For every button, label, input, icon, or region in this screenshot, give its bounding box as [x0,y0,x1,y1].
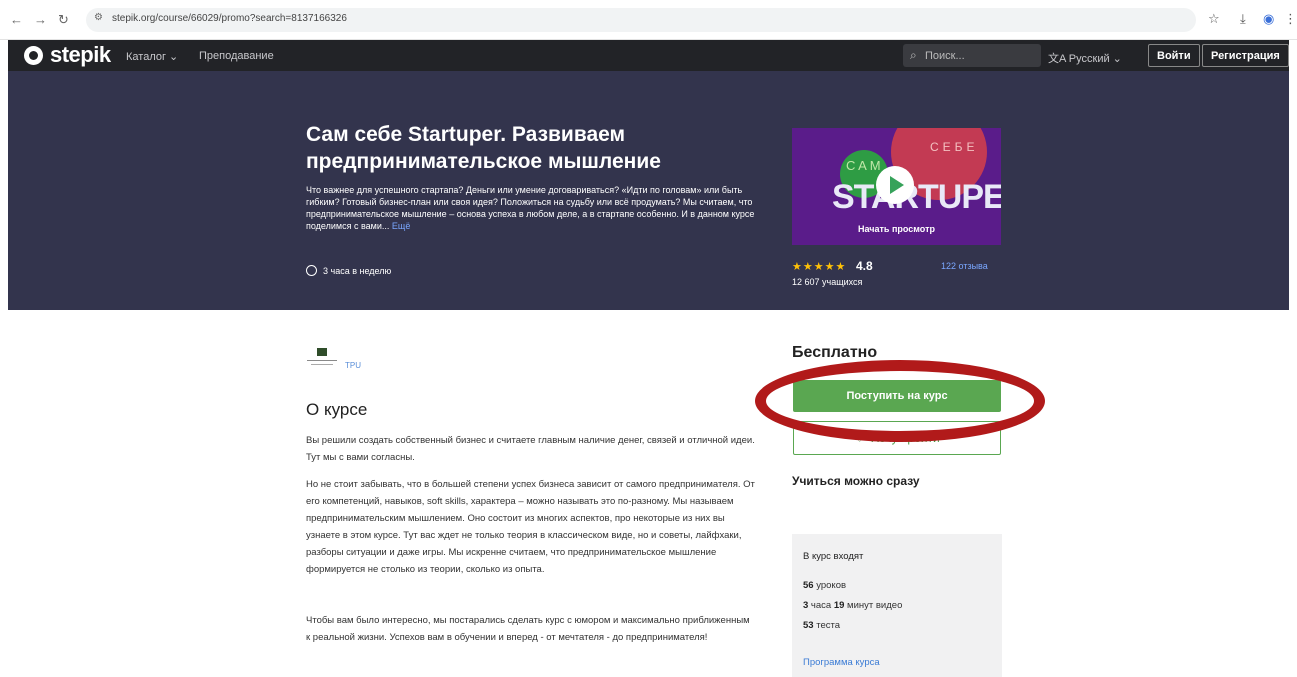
about-heading: О курсе [306,400,368,419]
university-logo-icon[interactable] [307,348,337,370]
video-word-sam: САМ [846,158,884,173]
catalog-menu[interactable]: Каталог ⌄ [126,50,178,63]
language-selector[interactable]: 文A Русский ⌄ [1048,50,1122,66]
organization-link[interactable]: TPU [345,361,361,370]
video-word-sebe: СЕБЕ [930,140,979,154]
url-text[interactable]: stepik.org/course/66029/promo?search=813… [112,13,347,24]
workload: 3 часа в неделю [306,265,391,276]
stepik-logo-icon[interactable] [24,46,43,65]
menu-icon[interactable]: ⋮ [1284,11,1297,27]
site-header: stepik Каталог ⌄ Преподавание ⌕ Поиск...… [8,40,1289,71]
reload-icon[interactable]: ↻ [58,12,69,28]
program-link[interactable]: Программа курса [803,657,880,668]
forward-icon[interactable]: → [34,12,47,27]
bookmark-star-icon[interactable]: ☆ [1208,11,1220,27]
tests-count: 53 теста [803,620,841,631]
login-button[interactable]: Войти [1148,44,1200,67]
search-icon: ⌕ [910,48,917,62]
reviews-link[interactable]: 122 отзыва [941,261,988,271]
rating-value: 4.8 [856,259,873,273]
annotation-ellipse [755,360,1045,442]
about-paragraph: Но не стоит забывать, что в большей степ… [306,479,755,575]
back-icon[interactable]: ← [10,12,23,27]
site-info-icon[interactable]: ⚙ [94,12,103,23]
play-icon[interactable] [876,166,914,204]
download-icon[interactable]: ⤓ [1240,11,1246,27]
search-placeholder: Поиск... [925,50,965,62]
includes-heading: В курс входят [803,551,864,562]
browser-toolbar: ← → ↻ ⚙ stepik.org/course/66029/promo?se… [0,0,1297,40]
learn-now-label: Учиться можно сразу [792,474,920,488]
lessons-count: 56 уроков [803,580,847,591]
search-input[interactable]: ⌕ Поиск... [903,44,1041,67]
video-word-startuper: STARTUPER [832,178,1001,216]
course-summary: Что важнее для успешного стартапа? Деньг… [306,185,755,231]
about-paragraph: Вы решили создать собственный бизнес и с… [306,435,755,463]
rating-stars-icon: ★★★★★ [792,261,847,273]
profile-icon[interactable]: ◉ [1263,11,1274,27]
register-button[interactable]: Регистрация [1202,44,1289,67]
about-paragraph: Чтобы вам было интересно, мы постарались… [306,615,750,643]
course-title: Сам себе Startuper. Развиваем предприним… [306,123,661,173]
stepik-logo-text[interactable]: stepik [50,42,111,68]
more-link[interactable]: Ещё [392,221,410,231]
video-duration: 3 часа 19 минут видео [803,600,903,611]
clock-icon [306,265,317,276]
start-viewing-label[interactable]: Начать просмотр [792,224,1001,234]
teaching-link[interactable]: Преподавание [199,50,274,62]
students-count: 12 607 учащихся [792,277,863,287]
translate-icon: 文A [1048,53,1069,65]
price-label: Бесплатно [792,344,878,361]
promo-video[interactable]: САМ СЕБЕ STARTUPER Начать просмотр [792,128,1001,245]
course-includes-panel: В курс входят 56 уроков 3 часа 19 минут … [792,534,1002,677]
